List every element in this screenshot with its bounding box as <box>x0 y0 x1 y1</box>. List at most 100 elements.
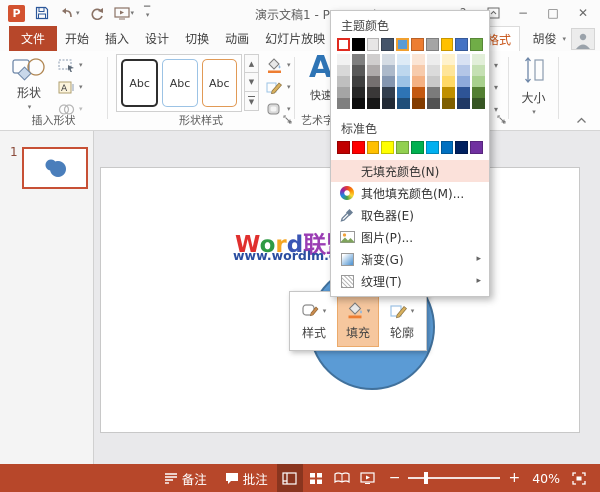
theme-variant-swatch[interactable] <box>412 65 425 76</box>
shape-style-tile[interactable]: Abc <box>201 59 237 107</box>
text-outline-caret[interactable]: ▾ <box>494 83 498 92</box>
theme-variant-swatch[interactable] <box>472 87 485 98</box>
theme-variant-swatch[interactable] <box>397 76 410 87</box>
theme-variant-swatch[interactable] <box>427 54 440 65</box>
zoom-out-button[interactable]: − <box>381 464 403 492</box>
theme-variant-swatch[interactable] <box>472 98 485 109</box>
standard-color-swatch[interactable] <box>381 141 395 154</box>
slideshow-view-button[interactable] <box>355 464 381 492</box>
gallery-scroll-down[interactable]: ▼ <box>244 73 259 92</box>
undo-dropdown-caret[interactable]: ▾ <box>76 9 80 17</box>
theme-variant-swatch[interactable] <box>442 54 455 65</box>
shape-style-tile[interactable]: Abc <box>121 59 159 107</box>
slide-thumbnail[interactable] <box>22 147 88 189</box>
theme-variant-swatch[interactable] <box>367 98 380 109</box>
theme-variant-swatch[interactable] <box>457 76 470 87</box>
theme-color-swatch[interactable] <box>470 38 484 51</box>
theme-variant-swatch[interactable] <box>337 98 350 109</box>
texture-menu-item[interactable]: 纹理(T) ▸ <box>331 270 489 292</box>
theme-variant-swatch[interactable] <box>352 76 365 87</box>
style-button[interactable]: ▾ 样式 <box>293 295 335 347</box>
theme-variant-swatch[interactable] <box>397 98 410 109</box>
no-fill-menu-item[interactable]: 无填充颜色(N) <box>331 160 489 182</box>
save-icon[interactable] <box>35 6 49 20</box>
ribbon-tab[interactable]: 动画 <box>217 26 257 51</box>
theme-variant-swatch[interactable] <box>397 65 410 76</box>
gallery-scroll-up[interactable]: ▲ <box>244 54 259 73</box>
theme-variant-swatch[interactable] <box>367 65 380 76</box>
reading-view-button[interactable] <box>329 464 355 492</box>
standard-color-swatch[interactable] <box>440 141 454 154</box>
theme-variant-swatch[interactable] <box>382 87 395 98</box>
slideshow-dropdown-caret[interactable]: ▾ <box>131 9 135 17</box>
theme-variant-swatch[interactable] <box>337 87 350 98</box>
notes-button[interactable]: 备注 <box>155 464 216 492</box>
comments-button[interactable]: 批注 <box>216 464 277 492</box>
theme-color-swatch[interactable] <box>455 38 469 51</box>
more-fill-colors-menu-item[interactable]: 其他填充颜色(M)... <box>331 182 489 204</box>
close-button[interactable]: ✕ <box>570 2 596 24</box>
theme-variant-swatch[interactable] <box>427 76 440 87</box>
redo-icon[interactable] <box>90 7 104 20</box>
fit-to-window-button[interactable] <box>566 464 592 492</box>
eyedropper-menu-item[interactable]: 取色器(E) <box>331 204 489 226</box>
text-box-button[interactable]: A ▾ <box>58 77 83 97</box>
theme-variant-swatch[interactable] <box>367 87 380 98</box>
theme-color-swatch[interactable] <box>411 38 424 51</box>
theme-variant-swatch[interactable] <box>337 65 350 76</box>
shapes-dropdown-caret[interactable]: ▾ <box>28 103 32 111</box>
theme-variant-swatch[interactable] <box>457 87 470 98</box>
ribbon-tab[interactable]: 设计 <box>137 26 177 51</box>
wordart-dialog-launcher-icon[interactable] <box>497 113 506 127</box>
theme-variant-swatch[interactable] <box>397 54 410 65</box>
standard-color-swatch[interactable] <box>337 141 350 154</box>
quick-styles-button[interactable]: A <box>309 51 332 85</box>
standard-color-swatch[interactable] <box>470 141 483 154</box>
theme-variant-swatch[interactable] <box>352 87 365 98</box>
shape-outline-button[interactable]: ▾ <box>266 77 291 97</box>
theme-variant-swatch[interactable] <box>457 65 470 76</box>
standard-color-swatch[interactable] <box>455 141 469 154</box>
theme-variant-swatch[interactable] <box>382 54 395 65</box>
ribbon-tab[interactable]: 幻灯片放映 <box>257 26 333 51</box>
standard-color-swatch[interactable] <box>366 141 380 154</box>
theme-color-swatch[interactable] <box>425 38 439 51</box>
slide-sorter-view-button[interactable] <box>303 464 329 492</box>
theme-variant-swatch[interactable] <box>412 87 425 98</box>
minimize-button[interactable]: − <box>510 2 536 24</box>
powerpoint-logo-icon[interactable]: P <box>8 4 25 22</box>
theme-color-swatch[interactable] <box>396 38 410 51</box>
theme-variant-swatch[interactable] <box>442 98 455 109</box>
theme-variant-swatch[interactable] <box>412 76 425 87</box>
theme-color-swatch[interactable] <box>440 38 454 51</box>
text-fill-caret[interactable]: ▾ <box>494 61 498 70</box>
standard-color-swatch[interactable] <box>425 141 439 154</box>
shape-fill-button[interactable]: ▾ <box>266 55 291 75</box>
theme-variant-swatch[interactable] <box>442 76 455 87</box>
avatar[interactable] <box>571 27 595 50</box>
theme-variant-swatch[interactable] <box>442 65 455 76</box>
theme-variant-swatch[interactable] <box>472 54 485 65</box>
theme-variant-swatch[interactable] <box>382 76 395 87</box>
outline-button[interactable]: ▾ 轮廓 <box>381 295 423 347</box>
account-area[interactable]: 胡俊 ▾ <box>532 26 595 51</box>
normal-view-button[interactable] <box>276 464 303 492</box>
shapes-button[interactable]: 形状 ▾ <box>6 54 52 112</box>
theme-variant-swatch[interactable] <box>367 76 380 87</box>
theme-variant-swatch[interactable] <box>337 76 350 87</box>
theme-variant-swatch[interactable] <box>382 65 395 76</box>
tab-file[interactable]: 文件 <box>9 26 58 51</box>
standard-color-swatch[interactable] <box>396 141 409 154</box>
ribbon-tab[interactable]: 插入 <box>97 26 137 51</box>
collapse-ribbon-icon[interactable] <box>576 113 587 127</box>
shape-styles-dialog-launcher-icon[interactable] <box>283 113 292 127</box>
theme-variant-swatch[interactable] <box>472 65 485 76</box>
theme-color-swatch[interactable] <box>337 38 350 51</box>
ribbon-tab[interactable]: 切换 <box>177 26 217 51</box>
ribbon-tab[interactable]: 开始 <box>57 26 97 51</box>
theme-variant-swatch[interactable] <box>352 65 365 76</box>
theme-color-swatch[interactable] <box>381 38 395 51</box>
theme-variant-swatch[interactable] <box>427 87 440 98</box>
theme-color-swatch[interactable] <box>351 38 365 51</box>
zoom-slider[interactable] <box>408 472 501 484</box>
